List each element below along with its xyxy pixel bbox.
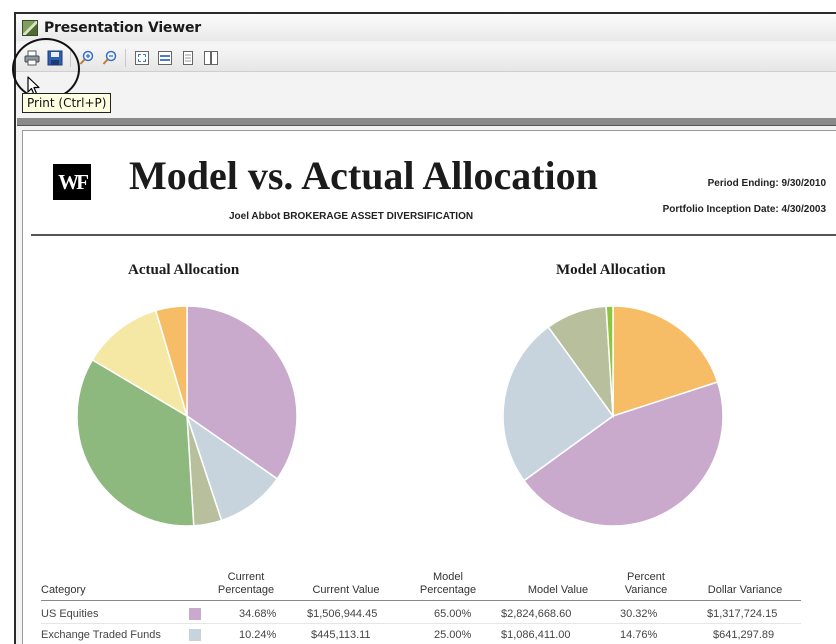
wf-logo: WF — [53, 164, 91, 200]
header-current-percentage-line1: Current — [227, 571, 265, 583]
header-current-percentage: Current Percentage — [201, 571, 291, 597]
single-page-icon — [182, 50, 193, 65]
row-category: US Equities — [41, 608, 99, 620]
fit-page-icon — [134, 50, 149, 65]
zoom-in-icon — [79, 50, 93, 65]
header-percent-variance: Percent Variance — [611, 571, 681, 597]
header-model-percentage-line2: Percentage — [419, 584, 477, 596]
header-dollar-variance: Dollar Variance — [707, 584, 783, 596]
row-model-value: $2,824,668.60 — [501, 608, 572, 620]
row-current-percentage: 34.68% — [239, 608, 277, 620]
header-category: Category — [41, 584, 86, 596]
fit-page-button[interactable] — [132, 48, 151, 67]
viewer-divider — [17, 118, 836, 126]
report-page: WF Model vs. Actual Allocation Joel Abbo… — [22, 130, 836, 644]
row-color-swatch — [189, 608, 201, 620]
row-model-value: $1,086,411.00 — [501, 629, 571, 641]
inception-date: Portfolio Inception Date: 4/30/2003 — [662, 204, 826, 215]
row-current-value: $445,113.11 — [311, 629, 371, 641]
header-model-value: Model Value — [527, 584, 589, 596]
actual-allocation-pie — [76, 305, 298, 527]
toolbar-separator — [125, 48, 126, 67]
single-page-button[interactable] — [178, 48, 197, 67]
app-icon — [22, 19, 38, 36]
header-percent-variance-line1: Percent — [627, 571, 665, 583]
zoom-out-icon — [102, 50, 116, 65]
header-divider — [31, 234, 836, 236]
table-header-rule — [41, 600, 801, 601]
row-percent-variance: 30.32% — [620, 608, 658, 620]
row-percent-variance: 14.76% — [620, 629, 658, 641]
two-page-button[interactable] — [201, 48, 220, 67]
table-header: Category Current Percentage Current Valu… — [41, 556, 801, 597]
header-percent-variance-line2: Variance — [624, 584, 668, 596]
title-bar: Presentation Viewer — [16, 14, 836, 41]
period-ending: Period Ending: 9/30/2010 — [707, 178, 826, 189]
fit-width-button[interactable] — [155, 48, 174, 67]
table-row: US Equities 34.68% $1,506,944.45 65.00% … — [41, 604, 801, 624]
window-title: Presentation Viewer — [44, 19, 201, 36]
row-model-percentage: 25.00% — [434, 629, 472, 641]
highlight-circle — [12, 38, 80, 100]
model-allocation-title: Model Allocation — [556, 262, 666, 278]
table-row: Exchange Traded Funds 10.24% $445,113.11… — [41, 625, 801, 644]
print-tooltip: Print (Ctrl+P) — [22, 93, 112, 113]
header-current-percentage-line2: Percentage — [217, 584, 275, 596]
header-model-percentage: Model Percentage — [403, 571, 493, 597]
two-page-icon — [203, 50, 218, 65]
toolbar — [16, 44, 836, 72]
row-current-percentage: 10.24% — [239, 629, 277, 641]
row-model-percentage: 65.00% — [434, 608, 472, 620]
row-color-swatch — [189, 629, 201, 641]
report-title: Model vs. Actual Allocation — [129, 153, 598, 198]
zoom-in-button[interactable] — [77, 48, 96, 67]
header-model-percentage-line1: Model — [433, 571, 463, 583]
row-category: Exchange Traded Funds — [41, 629, 161, 641]
header-current-value: Current Value — [312, 584, 380, 596]
actual-allocation-title: Actual Allocation — [128, 262, 240, 278]
row-current-value: $1,506,944.45 — [307, 608, 378, 620]
row-dollar-variance: $641,297.89 — [713, 629, 775, 641]
row-dollar-variance: $1,317,724.15 — [707, 608, 778, 620]
fit-width-icon — [157, 50, 172, 65]
report-subtitle: Joel Abbot BROKERAGE ASSET DIVERSIFICATI… — [229, 211, 474, 222]
zoom-out-button[interactable] — [100, 48, 119, 67]
model-allocation-pie — [502, 305, 724, 527]
